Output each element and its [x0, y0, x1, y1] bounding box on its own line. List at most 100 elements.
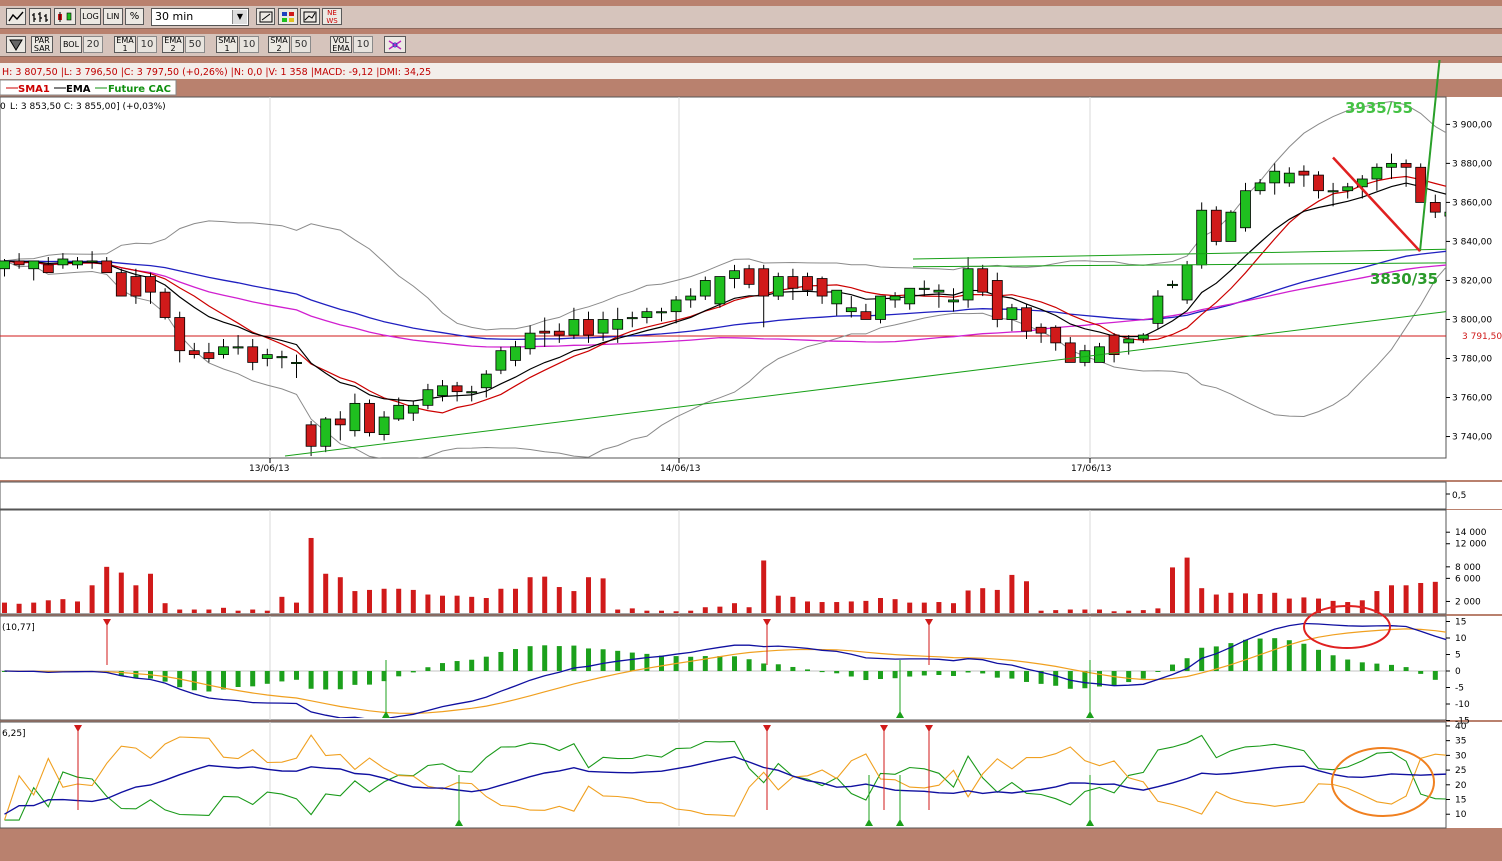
candle-body — [1196, 209, 1208, 266]
macd-histogram-bar — [1155, 671, 1161, 672]
volume-bar — [1053, 610, 1059, 613]
macd-histogram-bar — [1316, 649, 1321, 671]
volema-period-value[interactable]: 10 — [353, 36, 373, 53]
macd-histogram-bar — [1243, 639, 1248, 671]
chart-area[interactable]: H: 3 807,50 |L: 3 796,50 |C: 3 797,50 (+… — [0, 60, 1502, 861]
volume-bar — [1184, 557, 1190, 613]
macd-tick-label: 10 — [1455, 634, 1467, 644]
candle-body — [159, 291, 171, 318]
macd-tick-label: 0 — [1455, 667, 1461, 677]
volume-bar — [118, 572, 124, 613]
percent-scale-button[interactable]: % — [125, 8, 144, 25]
filter-icon[interactable] — [6, 36, 26, 53]
candle-body — [247, 346, 259, 363]
volume-bar — [644, 610, 650, 613]
macd-histogram-bar — [556, 646, 562, 671]
ruler-icon[interactable] — [256, 8, 275, 25]
macd-histogram-bar — [586, 648, 591, 671]
volume-bar — [746, 607, 752, 613]
chevron-down-icon[interactable]: ▼ — [232, 10, 247, 24]
volume-bar — [805, 601, 810, 613]
volume-bar — [308, 537, 314, 613]
crosshair-icon[interactable] — [384, 36, 406, 53]
volume-bar — [396, 588, 402, 613]
volume-bar — [951, 603, 956, 613]
dmi-panel[interactable] — [0, 722, 1502, 828]
macd-histogram-bar — [1140, 671, 1146, 679]
candle-body — [1021, 307, 1032, 332]
macd-histogram-bar — [513, 649, 518, 671]
volume-bar — [980, 588, 986, 613]
macd-histogram-bar — [191, 671, 197, 691]
candle-body — [1400, 162, 1412, 168]
indicator-parsar-button[interactable]: PAR SAR — [31, 36, 53, 53]
volume-bar — [892, 599, 898, 613]
macd-histogram-bar — [323, 671, 329, 690]
candle-body — [261, 354, 273, 359]
y-tick-label: 3 900,00 — [1452, 120, 1492, 130]
volume-bar — [527, 577, 533, 613]
line-chart-icon[interactable] — [6, 8, 26, 25]
dmi-tick-label: 40 — [1455, 722, 1467, 732]
macd-histogram-bar — [746, 659, 752, 671]
candle-body — [553, 330, 565, 336]
volume-bar — [133, 585, 139, 613]
candle-body — [1108, 334, 1120, 355]
candle-body — [130, 276, 142, 297]
indicator-ema1-button[interactable]: EMA 1 — [114, 36, 136, 53]
macd-histogram-bar — [1418, 671, 1424, 674]
candle-chart-icon[interactable] — [54, 8, 76, 25]
indicator-bol-button[interactable]: BOL — [60, 36, 82, 53]
candle-body — [101, 260, 113, 274]
candle-body — [714, 276, 726, 305]
draw-icon[interactable] — [300, 8, 320, 25]
macd-tick-label: -10 — [1455, 700, 1470, 710]
sma2-period-value[interactable]: 50 — [291, 36, 311, 53]
bar-chart-icon[interactable] — [29, 8, 51, 25]
candle-body — [291, 361, 302, 364]
candle-body — [845, 307, 857, 313]
volume-bar — [659, 610, 664, 613]
volume-bar — [235, 610, 241, 613]
volume-bar — [31, 602, 37, 613]
candle-body — [1123, 338, 1135, 344]
timeframe-select[interactable]: 30 min ▼ — [151, 8, 249, 26]
indicator-volema-button[interactable]: VOL EMA — [330, 36, 352, 53]
candle-body — [334, 418, 346, 426]
candle-body — [860, 311, 872, 320]
ema2-period-value[interactable]: 50 — [185, 36, 205, 53]
macd-histogram-bar — [264, 671, 270, 684]
macd-tick-label: -5 — [1455, 684, 1464, 694]
log-scale-button[interactable]: LOG — [80, 8, 101, 25]
lin-scale-button[interactable]: LIN — [103, 8, 123, 25]
macd-histogram-bar — [775, 664, 781, 671]
candle-body — [378, 416, 390, 435]
sma1-period-value[interactable]: 10 — [239, 36, 259, 53]
bol-period-value[interactable]: 20 — [83, 36, 103, 53]
y-tick-label: 3 840,00 — [1452, 237, 1492, 247]
grid-icon[interactable] — [278, 8, 298, 25]
candle-body — [699, 280, 711, 297]
candle-body — [875, 295, 886, 320]
macd-histogram-bar — [951, 671, 956, 676]
candle-body — [802, 276, 813, 291]
volume-bar — [1213, 594, 1219, 613]
indicator-ema2-button[interactable]: EMA 2 — [162, 36, 184, 53]
ema1-period-value[interactable]: 10 — [137, 36, 157, 53]
volume-bar — [323, 573, 329, 613]
indicator-sma2-button[interactable]: SMA 2 — [268, 36, 290, 53]
y-tick-label: 3 800,00 — [1452, 315, 1492, 325]
volume-bar — [367, 589, 372, 613]
candle-body — [145, 276, 156, 293]
macd-histogram-bar — [994, 671, 1000, 678]
macd-histogram-bar — [483, 656, 489, 671]
indicator-sma1-button[interactable]: SMA 1 — [216, 36, 238, 53]
candle-body — [1225, 211, 1237, 242]
volume-bar — [513, 588, 518, 613]
news-icon[interactable]: NE WS — [322, 8, 342, 25]
dmi-tick-label: 25 — [1455, 766, 1466, 776]
volume-bar — [148, 573, 153, 613]
y-tick-label: 3 760,00 — [1452, 394, 1492, 404]
macd-tick-label: 15 — [1455, 618, 1466, 628]
macd-histogram-bar — [410, 671, 416, 673]
